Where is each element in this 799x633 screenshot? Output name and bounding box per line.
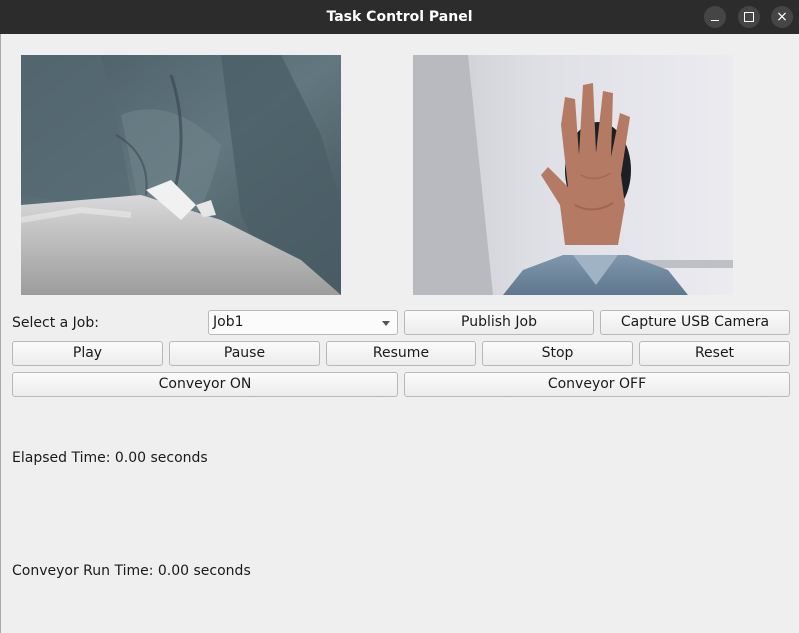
conveyor-on-button[interactable]: Conveyor ON — [12, 372, 398, 397]
resume-button[interactable]: Resume — [326, 341, 476, 366]
usb-camera-view — [413, 55, 733, 295]
maximize-icon — [744, 12, 754, 22]
minimize-icon — [711, 20, 719, 21]
reset-button[interactable]: Reset — [639, 341, 790, 366]
window-title: Task Control Panel — [326, 9, 473, 25]
window-border — [0, 34, 1, 633]
publish-job-button[interactable]: Publish Job — [404, 310, 594, 335]
close-icon: × — [776, 9, 788, 25]
play-button[interactable]: Play — [12, 341, 163, 366]
pause-button[interactable]: Pause — [169, 341, 320, 366]
job-select-label: Select a Job: — [12, 315, 99, 331]
conveyor-run-time-label: Conveyor Run Time: 0.00 seconds — [12, 563, 251, 579]
title-bar: Task Control Panel × — [0, 0, 799, 34]
capture-usb-camera-button[interactable]: Capture USB Camera — [600, 310, 790, 335]
maximize-button[interactable] — [738, 6, 760, 28]
chevron-down-icon — [382, 321, 390, 326]
elapsed-time-label: Elapsed Time: 0.00 seconds — [12, 450, 208, 466]
robot-camera-image — [21, 55, 341, 295]
conveyor-off-button[interactable]: Conveyor OFF — [404, 372, 790, 397]
usb-camera-image — [413, 55, 733, 295]
stop-button[interactable]: Stop — [482, 341, 633, 366]
robot-camera-view — [21, 55, 341, 295]
minimize-button[interactable] — [704, 6, 726, 28]
job-dropdown[interactable]: Job1 — [208, 310, 398, 335]
job-dropdown-value: Job1 — [213, 314, 244, 330]
close-button[interactable]: × — [771, 6, 793, 28]
